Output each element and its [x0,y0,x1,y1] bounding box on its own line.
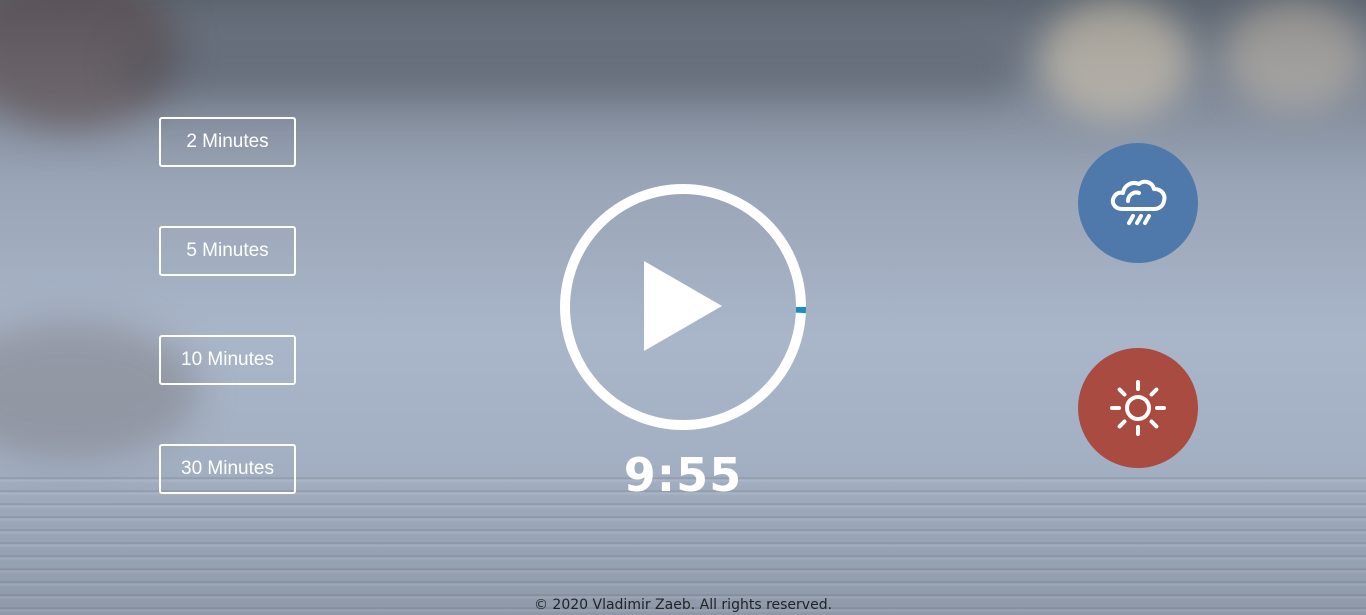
meditation-app: 2 Minutes 5 Minutes 10 Minutes 30 Minute… [0,0,1366,615]
duration-10-minutes-button[interactable]: 10 Minutes [159,335,296,385]
duration-5-minutes-button[interactable]: 5 Minutes [159,226,296,276]
background-blur [1225,0,1365,110]
progress-ring [560,184,806,430]
duration-2-minutes-button[interactable]: 2 Minutes [159,117,296,167]
copyright-footer: © 2020 Vladimir Zaeb. All rights reserve… [533,597,833,613]
time-remaining: 9:55 [623,448,743,502]
rain-sound-button[interactable] [1078,143,1198,263]
background-blur [0,0,180,130]
play-icon [644,261,722,351]
background-blur [120,40,1020,100]
rain-cloud-icon [1110,179,1167,225]
summer-sound-button[interactable] [1078,348,1198,468]
background-blur [1040,0,1190,120]
sun-icon [1110,380,1166,436]
duration-30-minutes-button[interactable]: 30 Minutes [159,444,296,494]
play-button[interactable] [557,181,809,433]
